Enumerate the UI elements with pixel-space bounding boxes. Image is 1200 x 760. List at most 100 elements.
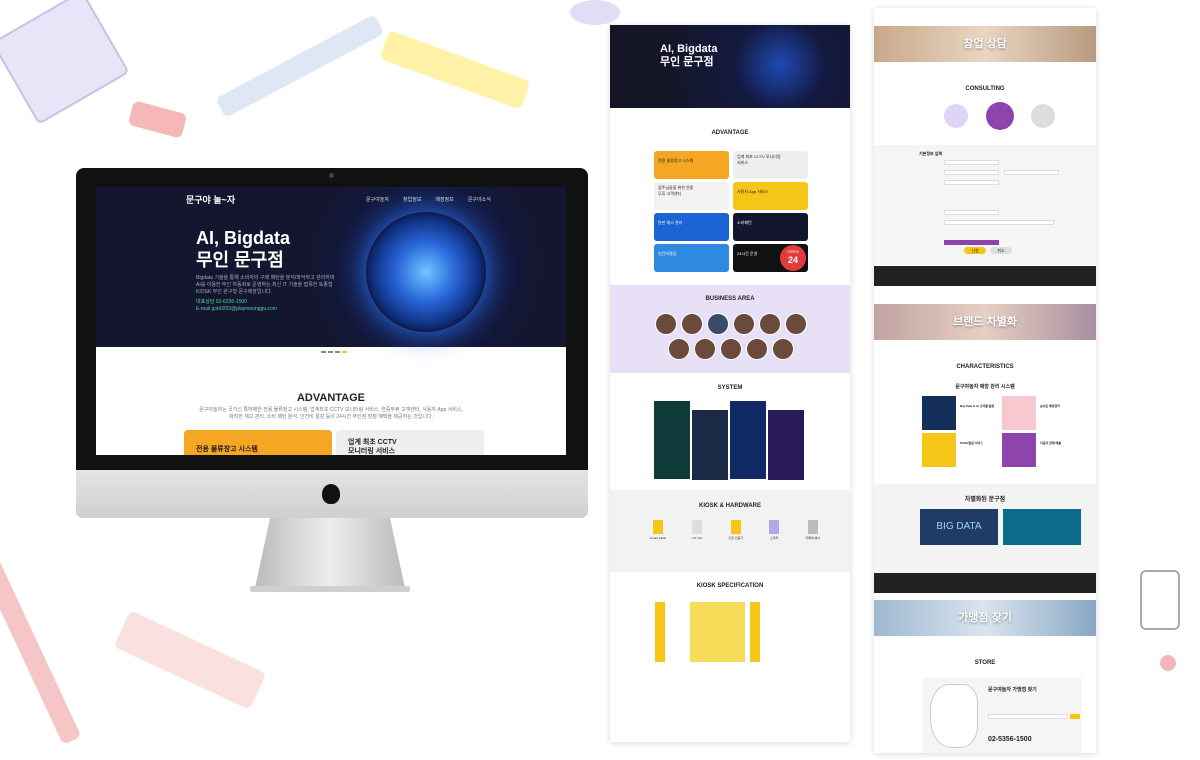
section-title: CONSULTING [965, 86, 1005, 92]
form-field[interactable] [944, 160, 999, 165]
kiosk-hardware-section: KIOSK & HARDWARE Smart Kiosk IoT Ctrl 출입… [610, 490, 850, 572]
kiosk-image [655, 602, 665, 662]
banner-title: 가맹점 찾기 [958, 612, 1012, 624]
store-search-input[interactable] [988, 714, 1068, 719]
submit-button[interactable]: 신청 [964, 247, 986, 254]
system-image [654, 401, 690, 479]
advantage-card[interactable]: 업계 최초 CCTV 모니터링 서비스 [336, 430, 484, 455]
monitor-stand [255, 518, 405, 588]
search-button[interactable] [1070, 714, 1080, 719]
advantage-card[interactable]: 전용 물류창고 시스템 [184, 430, 332, 455]
feature-label: 다품목 판매 매출 [1040, 441, 1061, 445]
slider-dots[interactable] [321, 340, 349, 358]
tile-label: 소비패턴 [737, 220, 752, 225]
bigdata-image: BIG DATA [920, 509, 998, 545]
cancel-button[interactable]: 취소 [990, 247, 1012, 254]
globe-image [366, 212, 486, 332]
feature-icon [922, 433, 956, 467]
feature-label: 손쉬운 매장관리 [1040, 404, 1061, 408]
korea-map [930, 684, 978, 748]
tech-image [1003, 509, 1081, 545]
banner: 가맹점 찾기 [874, 600, 1096, 636]
form-field[interactable] [944, 210, 999, 215]
section-title: CHARACTERISTICS [956, 364, 1014, 370]
step-circle[interactable] [986, 102, 1014, 130]
scissors-doodle [570, 0, 620, 25]
apple-logo-icon [322, 484, 340, 504]
advantage-desc: 화려한 재고 관리, 소비 패턴 분석, 인건비 절감 등의 24시간 무인점 … [229, 414, 433, 420]
section-title: 차별화된 문구점 [964, 497, 1006, 503]
nav-item[interactable]: 문구야놀자 [366, 196, 389, 203]
monitor-screen: 문구야 놀~자 문구야놀자 창업정보 매장정보 문구야소식 AI, Bigdat… [96, 187, 566, 455]
banner-title: 브랜드 차별화 [953, 316, 1017, 328]
banner: 브랜드 차별화 [874, 304, 1096, 340]
page-preview-main: AI, Bigdata 무인 문구점 ADVANTAGE 전용 물류창고 시스템… [610, 25, 850, 742]
banner-title: 창업 상담 [963, 38, 1007, 50]
hero-title: 무인 문구점 [660, 56, 714, 68]
tile-label: 완판 재고 관리 [658, 220, 683, 225]
feature-label: Big Data & AI 소비를 활용 [960, 404, 995, 408]
phone-text: 대표상담 02-6336-1500 [196, 299, 247, 305]
form-field[interactable] [944, 170, 999, 175]
corrector-doodle [113, 610, 267, 710]
hero-section: AI, Bigdata 무인 문구점 [610, 25, 850, 108]
badge-24: 24 [787, 255, 798, 265]
section-title: ADVANTAGE [711, 130, 749, 136]
step-circle [944, 104, 968, 128]
tile-label: 점주님들을 위한 연중 무휴 고객센터 [658, 185, 694, 196]
kiosk-image [750, 602, 760, 662]
advantage-desc: 문구야놀자는 국가신 특허제한 전용 물류창고 시스템, 업계최초 CCTV 모… [199, 407, 463, 413]
system-image [730, 401, 766, 479]
kiosk-item: 스피커 [769, 520, 780, 540]
footer [874, 573, 1096, 593]
advantage-title: ADVANTAGE [296, 392, 366, 404]
step-circle [1031, 104, 1055, 128]
form-field[interactable] [944, 240, 999, 245]
section-title: KIOSK SPECIFICATION [696, 583, 764, 589]
kiosk-item: 출입 인증기 [728, 520, 743, 540]
site-logo[interactable]: 문구야 놀~자 [186, 193, 235, 206]
form-field[interactable] [944, 220, 1054, 225]
hero-title: AI, Bigdata [660, 43, 718, 55]
tile-label: 24시간 운영 [737, 251, 758, 256]
pen-doodle [215, 14, 385, 118]
camera-icon [329, 173, 334, 178]
nav-item[interactable]: 문구야소식 [468, 196, 491, 203]
section-title: SYSTEM [717, 385, 743, 391]
business-area-section: BUSINESS AREA [610, 285, 850, 373]
diff-section: 차별화된 문구점 BIG DATA [874, 484, 1096, 584]
system-image [692, 410, 728, 480]
store-panel: 문구야놀자 가맹점 찾기 02-5356-1500 [922, 678, 1082, 753]
nav-item[interactable]: 창업정보 [403, 196, 421, 203]
kiosk-item: 카메라/센서 [805, 520, 820, 540]
footer [874, 266, 1096, 286]
hero-title: AI, Bigdata [196, 228, 291, 248]
tile-label: 전용 물류창고 시스템 [658, 158, 694, 163]
banner: 창업 상담 [874, 26, 1096, 62]
store-phone: 02-5356-1500 [988, 736, 1032, 743]
kiosk-item: Smart Kiosk [650, 520, 666, 540]
card-label: 전용 물류창고 시스템 [196, 446, 258, 453]
feature-icon [922, 396, 956, 430]
calculator-doodle [0, 0, 130, 125]
section-title: KIOSK & HARDWARE [698, 503, 761, 509]
pushpin-doodle [1160, 655, 1176, 671]
feature-icon [1002, 433, 1036, 467]
section-title: BUSINESS AREA [705, 296, 755, 302]
form-title: 기본정보 입력 [919, 151, 943, 156]
section-subtitle: 문구야놀자 매장 관리 시스템 [955, 384, 1015, 390]
hero-desc: KIOSK 무인 완구형 문구매장입니다. [196, 289, 273, 295]
monitor-base [250, 586, 410, 592]
badge-open: OPEN [787, 249, 799, 254]
form-field[interactable] [944, 180, 999, 185]
card-label: 모니터링 서비스 [348, 448, 396, 455]
kiosk-image [690, 602, 745, 662]
tile-label: 사용자 App 서비스 [737, 189, 769, 194]
store-find-title: 문구야놀자 가맹점 찾기 [988, 687, 1037, 693]
hero-desc: AI를 이용한 무인 자동화로 운영하는 최신 IT 기술을 접목한 토종형 [196, 282, 333, 288]
nav-item[interactable]: 매장정보 [435, 196, 453, 203]
tile-label: 업계 최초 CCTV 모니터링 서비스 [737, 154, 781, 165]
system-image [768, 410, 804, 480]
tile-label: 인건비절감 [658, 251, 677, 256]
form-field[interactable] [1004, 170, 1059, 175]
